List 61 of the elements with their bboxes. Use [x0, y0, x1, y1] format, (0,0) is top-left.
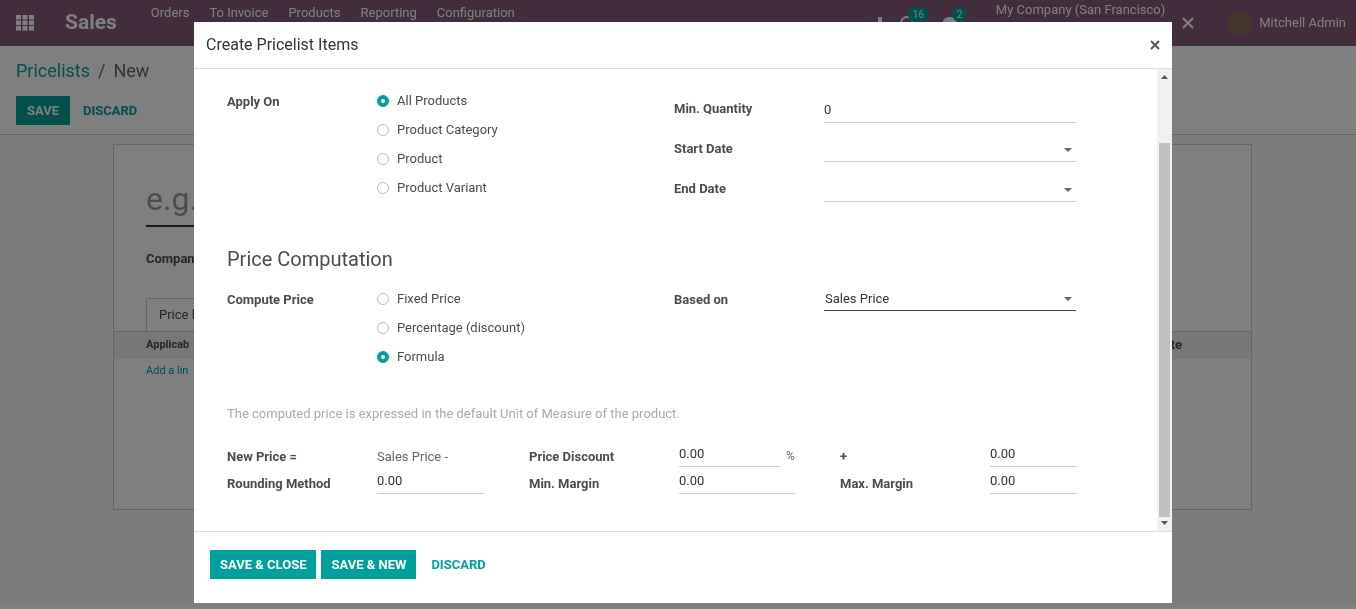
field-label: Compute Price	[227, 291, 315, 309]
radio-option[interactable]: Product	[377, 144, 443, 173]
messages-badge: 2	[951, 7, 968, 22]
number-field[interactable]: 0.00	[377, 469, 484, 494]
add-line-link[interactable]: Add a lin	[146, 363, 189, 380]
field-label: Compan	[146, 250, 195, 268]
dialog-title: Create Pricelist Items	[206, 34, 359, 56]
primary-button[interactable]: SAVE	[16, 96, 71, 125]
breadcrumb-separator: /	[98, 59, 106, 83]
caret-icon	[1064, 147, 1072, 152]
apps-grid-icon[interactable]	[16, 15, 34, 31]
number-field[interactable]: 0.00	[679, 469, 795, 494]
menu-item[interactable]: Orders	[150, 3, 190, 23]
number-field[interactable]: 0.00	[990, 469, 1077, 494]
radio-option[interactable]: All Products	[377, 86, 468, 115]
radio-option[interactable]: Product Category	[377, 115, 498, 144]
quantity-field[interactable]: 0	[824, 98, 1076, 123]
activity-badge: 16	[907, 7, 930, 22]
radio-option[interactable]: Formula	[377, 342, 445, 371]
field-label: Min. Quantity	[674, 100, 754, 119]
help-text: The computed price is expressed in the default Unit of Measure of the product.	[227, 405, 681, 423]
section-title: Price Computation	[227, 246, 394, 273]
field-label: Apply On	[227, 93, 281, 111]
user-menu[interactable]: Mitchell Admin	[1259, 13, 1346, 33]
menu-item[interactable]: Configuration	[436, 3, 515, 23]
radio-option[interactable]: Fixed Price	[377, 284, 461, 313]
menu-item[interactable]: Reporting	[360, 3, 417, 23]
menu-item[interactable]: Products	[288, 3, 341, 23]
field-label: End Date	[674, 179, 727, 198]
field-label: Based on	[674, 291, 730, 309]
link-button[interactable]: DISCARD	[421, 550, 496, 579]
company-switcher[interactable]: My Company (San Francisco)	[995, 0, 1166, 20]
breadcrumb-current: New	[113, 59, 150, 83]
column-header: Applicab	[146, 336, 190, 353]
link-button[interactable]: DISCARD	[72, 96, 149, 125]
primary-button[interactable]: SAVE & CLOSE	[210, 550, 317, 579]
scrollbar-thumb[interactable]	[1159, 143, 1170, 517]
app-title: Sales	[65, 9, 117, 37]
based-on-select[interactable]: Sales Price	[824, 287, 1076, 311]
scroll-up-icon[interactable]	[1161, 75, 1168, 79]
field-label: Max. Margin	[840, 475, 914, 493]
menu-item[interactable]: To Invoice	[209, 3, 269, 23]
field-label: Min. Margin	[529, 475, 600, 493]
field-label: +	[840, 448, 848, 466]
field-label: Start Date	[674, 139, 734, 158]
scroll-down-icon[interactable]	[1161, 521, 1168, 525]
caret-icon	[1064, 296, 1072, 301]
breadcrumb-link[interactable]: Pricelists	[16, 57, 91, 84]
close-icon[interactable]	[1150, 40, 1160, 50]
formula-text: Sales Price -	[377, 448, 449, 466]
radio-option[interactable]: Percentage (discount)	[377, 313, 525, 342]
number-field[interactable]: 0.00	[679, 442, 780, 467]
column-header: te	[1170, 336, 1182, 355]
number-field[interactable]: 0.00	[990, 442, 1077, 467]
field-label: Price Discount	[529, 448, 615, 466]
caret-icon	[1064, 187, 1072, 192]
field-label: New Price =	[227, 448, 298, 466]
primary-button[interactable]: SAVE & NEW	[321, 550, 417, 579]
field-label: Rounding Method	[227, 475, 331, 493]
radio-option[interactable]: Product Variant	[377, 173, 487, 202]
percent-sign: %	[786, 447, 795, 465]
